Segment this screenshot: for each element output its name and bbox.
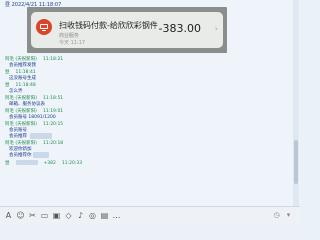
screenshot-icon[interactable]: ✂	[28, 211, 37, 220]
message-text: 这没账号生成	[9, 76, 36, 81]
chat-scrollbar[interactable]	[293, 0, 299, 206]
message-text: 邮箱、服务协议表	[9, 102, 45, 107]
folder-icon[interactable]: ▭	[40, 211, 49, 220]
chevron-right-icon: ›	[214, 24, 218, 33]
message-time: 11:20:15	[42, 122, 64, 127]
message-text: 会员账号 18091/1200	[9, 115, 56, 120]
mic-icon[interactable]: ♪	[76, 211, 85, 220]
message-time: 11:18:51	[42, 96, 64, 101]
more-icon[interactable]: …	[112, 211, 121, 220]
chat-messages: 昼 2022/4/21 11:18:07 扫收钱码付款-给欣欣彩钢件 商业服务 …	[0, 0, 291, 206]
clock-icon[interactable]: ◷	[272, 211, 281, 220]
payment-icon	[36, 19, 52, 35]
payment-time: 今天 11:17	[59, 40, 85, 46]
emoji-icon[interactable]: ☺	[16, 211, 25, 220]
message-time: 11:20:18	[42, 141, 64, 146]
payment-title: 扫收钱码付款-给欣欣彩钢件	[59, 21, 158, 30]
message-body-inline: +382	[43, 161, 56, 166]
payment-category: 商业服务	[59, 33, 80, 39]
payment-amount: -383.00	[158, 22, 201, 35]
chat-history-panel[interactable]: 昼 2022/4/21 11:18:07 扫收钱码付款-给欣欣彩钢件 商业服务 …	[0, 0, 300, 206]
sticker-icon[interactable]: ◇	[64, 211, 73, 220]
fold-icon[interactable]: ▾	[284, 211, 293, 220]
font-icon[interactable]: A	[4, 211, 13, 220]
payment-card: 扫收钱码付款-给欣欣彩钢件 商业服务 今天 11:17 -383.00 ›	[31, 12, 223, 48]
payment-screenshot-image[interactable]: 扫收钱码付款-给欣欣彩钢件 商业服务 今天 11:17 -383.00 ›	[27, 7, 227, 53]
message-time: 11:18:21	[42, 57, 64, 62]
input-toolbar: A ☺ ✂ ▭ ▣ ◇ ♪ ◎ ▤ … ◷ ▾	[0, 206, 300, 225]
message-text: 会员推荐发我	[9, 63, 36, 68]
message-time: 11:20:33	[61, 161, 83, 166]
message-sender: 昼	[5, 161, 10, 166]
gift-icon[interactable]: ▤	[100, 211, 109, 220]
message-text: 会员推荐你	[9, 153, 32, 158]
image-icon[interactable]: ▣	[52, 211, 61, 220]
scrollbar-thumb[interactable]	[294, 140, 298, 184]
message-text: 怎么弄	[9, 89, 23, 94]
message-sender-line: 昼 +382 11:20:33	[5, 160, 82, 166]
redacted-block	[15, 160, 38, 165]
message-text: 会员推荐	[9, 134, 27, 139]
shake-icon[interactable]: ◎	[88, 211, 97, 220]
redacted-block	[33, 152, 49, 158]
redacted-block	[30, 133, 52, 139]
